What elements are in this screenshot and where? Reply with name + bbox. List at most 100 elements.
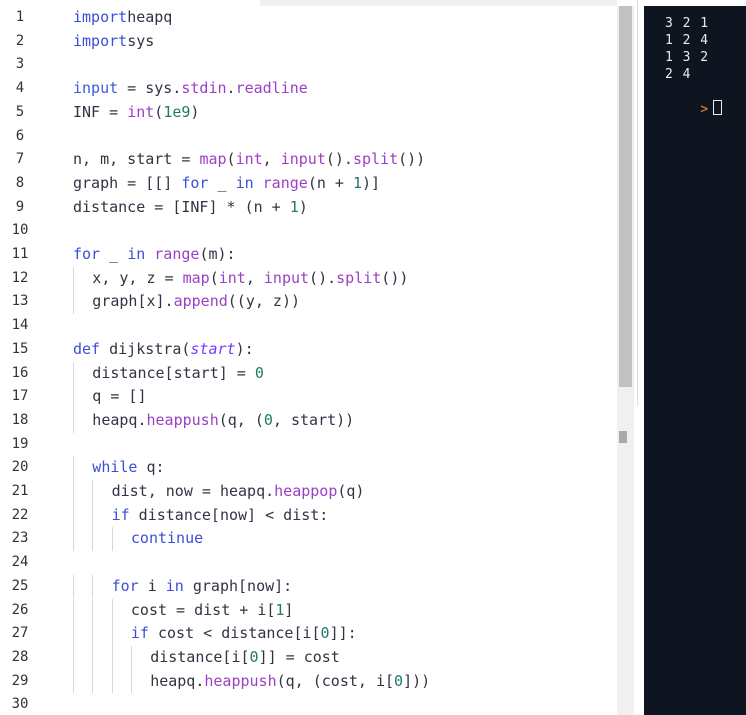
code-token: ]]: bbox=[329, 624, 357, 643]
code-line[interactable]: 12 x, y, z = map(int, input().split()) bbox=[0, 266, 617, 291]
line-number: 13 bbox=[11, 293, 29, 310]
code-line[interactable]: 30 bbox=[0, 693, 617, 715]
line-number: 19 bbox=[11, 435, 29, 452]
indent-guide bbox=[92, 503, 94, 528]
code-text: heapq.heappush(q, (0, start)) bbox=[92, 409, 354, 433]
terminal-input-line[interactable]: > bbox=[665, 84, 723, 134]
code-line[interactable]: 4 input = sys.stdin.readline bbox=[0, 77, 617, 101]
indent-guide bbox=[73, 290, 74, 315]
code-token: dist, now = heapq. bbox=[111, 482, 275, 500]
code-editor[interactable]: 1 importheapq 2 importsys 3 4 input = sys.stdi… bbox=[0, 0, 617, 715]
code-token: heapq. bbox=[92, 410, 147, 429]
code-line[interactable]: 15 def dijkstra(start): bbox=[0, 338, 617, 362]
indent-guide bbox=[73, 361, 74, 386]
code-line[interactable]: 13 graph[x].append((y, z)) bbox=[0, 290, 617, 315]
code-line[interactable]: 27 if cost < distance[i[0]]: bbox=[0, 622, 617, 646]
code-token: ()) bbox=[381, 268, 409, 287]
code-token: range bbox=[154, 245, 200, 263]
code-line[interactable]: 1 importheapq bbox=[0, 6, 617, 30]
code-token: q: bbox=[137, 458, 165, 477]
code-token: import bbox=[73, 8, 128, 26]
code-text: graph[x].append((y, z)) bbox=[92, 290, 300, 314]
code-token: ])) bbox=[403, 671, 431, 690]
code-line[interactable]: 25 for i in graph[now]: bbox=[0, 574, 617, 599]
code-line[interactable]: 6 bbox=[0, 125, 617, 149]
code-token: 1e9 bbox=[163, 102, 191, 121]
code-token: . bbox=[226, 79, 236, 98]
code-line[interactable]: 21 dist, now = heapq.heappop(q) bbox=[0, 480, 617, 504]
code-token: ]] = cost bbox=[258, 647, 340, 666]
code-token: distance[start] = bbox=[92, 363, 255, 382]
code-line[interactable]: 5 INF = int(1e9) bbox=[0, 101, 617, 125]
indent-guide bbox=[73, 669, 74, 694]
code-token: 1 bbox=[289, 197, 299, 216]
code-token: distance[i[ bbox=[150, 647, 250, 666]
code-line[interactable]: 28 distance[i[0]] = cost bbox=[0, 645, 617, 670]
code-line[interactable]: 11 for _ in range(m): bbox=[0, 243, 617, 267]
code-line[interactable]: 8 graph = [[] for _ in range(n + 1)] bbox=[0, 172, 617, 196]
code-token: readline bbox=[235, 79, 308, 98]
code-line[interactable]: 23 continue bbox=[0, 527, 617, 552]
line-number: 10 bbox=[11, 222, 29, 239]
scrollbar-marker bbox=[619, 431, 627, 443]
indent-guide bbox=[73, 266, 74, 291]
indent-guide bbox=[92, 527, 94, 552]
code-text: cost = dist + i[1] bbox=[131, 599, 294, 623]
code-token: map bbox=[199, 150, 227, 169]
code-line[interactable]: 2 importsys bbox=[0, 30, 617, 54]
line-number: 28 bbox=[11, 648, 29, 665]
code-line[interactable]: 24 bbox=[0, 551, 617, 575]
code-token: input bbox=[73, 79, 119, 98]
editor-scrollbar-thumb[interactable] bbox=[619, 6, 632, 387]
terminal-panel[interactable]: 3 2 1 1 2 4 1 3 2 2 4 > bbox=[644, 6, 746, 715]
line-number: 6 bbox=[15, 127, 25, 144]
code-token: q = [] bbox=[92, 387, 147, 406]
indent-guide bbox=[92, 480, 94, 504]
code-token: start bbox=[190, 339, 236, 358]
code-line[interactable]: 10 bbox=[0, 219, 617, 243]
code-line[interactable]: 14 bbox=[0, 314, 617, 338]
code-line[interactable]: 20 while q: bbox=[0, 456, 617, 480]
code-token: ): bbox=[235, 339, 254, 358]
indent-guide bbox=[73, 527, 74, 552]
indent-guide bbox=[111, 527, 113, 552]
line-number: 26 bbox=[11, 601, 29, 618]
code-line[interactable]: 9 distance = [INF] * (n + 1) bbox=[0, 196, 617, 220]
code-line[interactable]: 18 heapq.heappush(q, (0, start)) bbox=[0, 408, 617, 433]
code-line[interactable]: 7 n, m, start = map(int, input().split()) bbox=[0, 148, 617, 172]
indent-guide bbox=[73, 385, 74, 409]
code-text: for i in graph[now]: bbox=[112, 575, 293, 599]
code-line[interactable]: 3 bbox=[0, 53, 617, 77]
code-token: in bbox=[165, 576, 184, 595]
line-number: 20 bbox=[11, 459, 29, 476]
code-token: ( bbox=[154, 102, 164, 121]
code-token: 1 bbox=[352, 173, 362, 192]
line-number: 5 bbox=[15, 103, 25, 120]
code-line[interactable]: 17 q = [] bbox=[0, 385, 617, 409]
code-line[interactable]: 22 if distance[now] < dist: bbox=[0, 503, 617, 528]
code-token: input bbox=[280, 150, 326, 169]
code-token: stdin bbox=[181, 79, 227, 98]
code-line[interactable]: 26 cost = dist + i[1] bbox=[0, 598, 617, 623]
panel-divider[interactable] bbox=[637, 0, 638, 406]
code-text: dist, now = heapq.heappop(q) bbox=[112, 480, 365, 504]
code-line[interactable]: 16 distance[start] = 0 bbox=[0, 361, 617, 386]
code-text: if cost < distance[i[0]]: bbox=[131, 622, 357, 646]
indent-guide bbox=[73, 408, 74, 433]
code-text: def dijkstra(start): bbox=[73, 338, 254, 362]
indent-guide bbox=[92, 598, 94, 623]
code-token: int bbox=[235, 150, 263, 169]
code-text: q = [] bbox=[92, 385, 146, 409]
line-number: 11 bbox=[11, 246, 29, 262]
line-number: 17 bbox=[11, 388, 29, 405]
code-line[interactable]: 29 heapq.heappush(q, (cost, i[0])) bbox=[0, 669, 617, 694]
code-token: , bbox=[262, 150, 281, 169]
code-token: ()) bbox=[398, 150, 426, 169]
line-number: 30 bbox=[11, 696, 29, 713]
code-text: input = sys.stdin.readline bbox=[73, 77, 308, 101]
code-token: in bbox=[127, 245, 146, 263]
code-line[interactable]: 19 bbox=[0, 433, 617, 457]
line-number: 24 bbox=[11, 554, 29, 571]
